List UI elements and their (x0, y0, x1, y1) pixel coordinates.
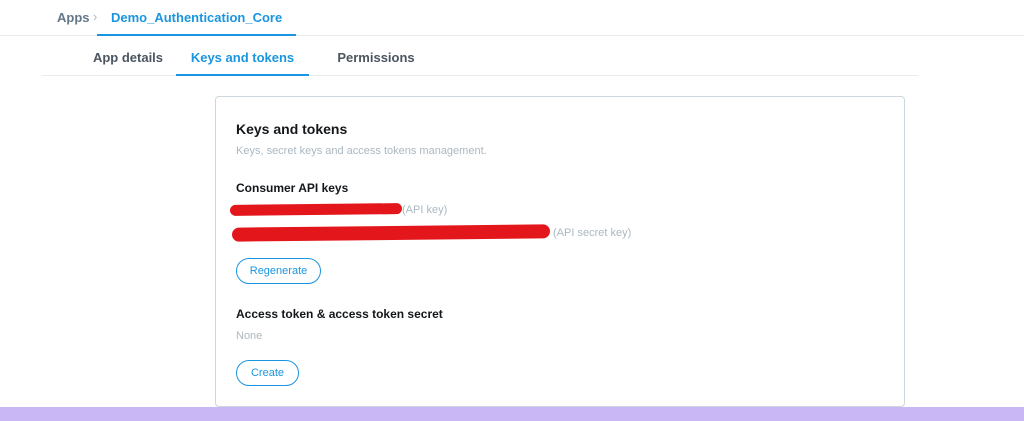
api-secret-redaction-mark (231, 224, 551, 242)
api-key-caption: (API key) (402, 204, 448, 216)
api-secret-key-caption: (API secret key) (553, 227, 632, 239)
regenerate-button[interactable]: Regenerate (236, 258, 321, 284)
bottom-band (0, 407, 1024, 421)
create-button[interactable]: Create (236, 360, 299, 386)
app-tabs: App details Keys and tokens Permissions (42, 36, 918, 76)
access-token-heading: Access token & access token secret (236, 307, 443, 321)
breadcrumb-current-app[interactable]: Demo_Authentication_Core (97, 0, 297, 36)
consumer-api-keys-heading: Consumer API keys (236, 181, 349, 195)
breadcrumb-bar: Apps › Demo_Authentication_Core (0, 0, 1024, 36)
breadcrumb-apps-link[interactable]: Apps (57, 10, 90, 25)
keys-and-tokens-card: Keys and tokens Keys, secret keys and ac… (215, 96, 905, 407)
access-token-value: None (236, 330, 263, 342)
card-description: Keys, secret keys and access tokens mana… (236, 145, 487, 157)
api-secret-key-row: (API secret key) (231, 224, 636, 242)
api-key-row: (API key) (229, 203, 456, 219)
api-key-redaction-mark (229, 203, 403, 216)
tab-permissions[interactable]: Permissions (334, 36, 418, 76)
tab-keys-and-tokens[interactable]: Keys and tokens (176, 36, 309, 76)
card-title: Keys and tokens (236, 121, 348, 137)
tab-app-details[interactable]: App details (78, 36, 178, 76)
